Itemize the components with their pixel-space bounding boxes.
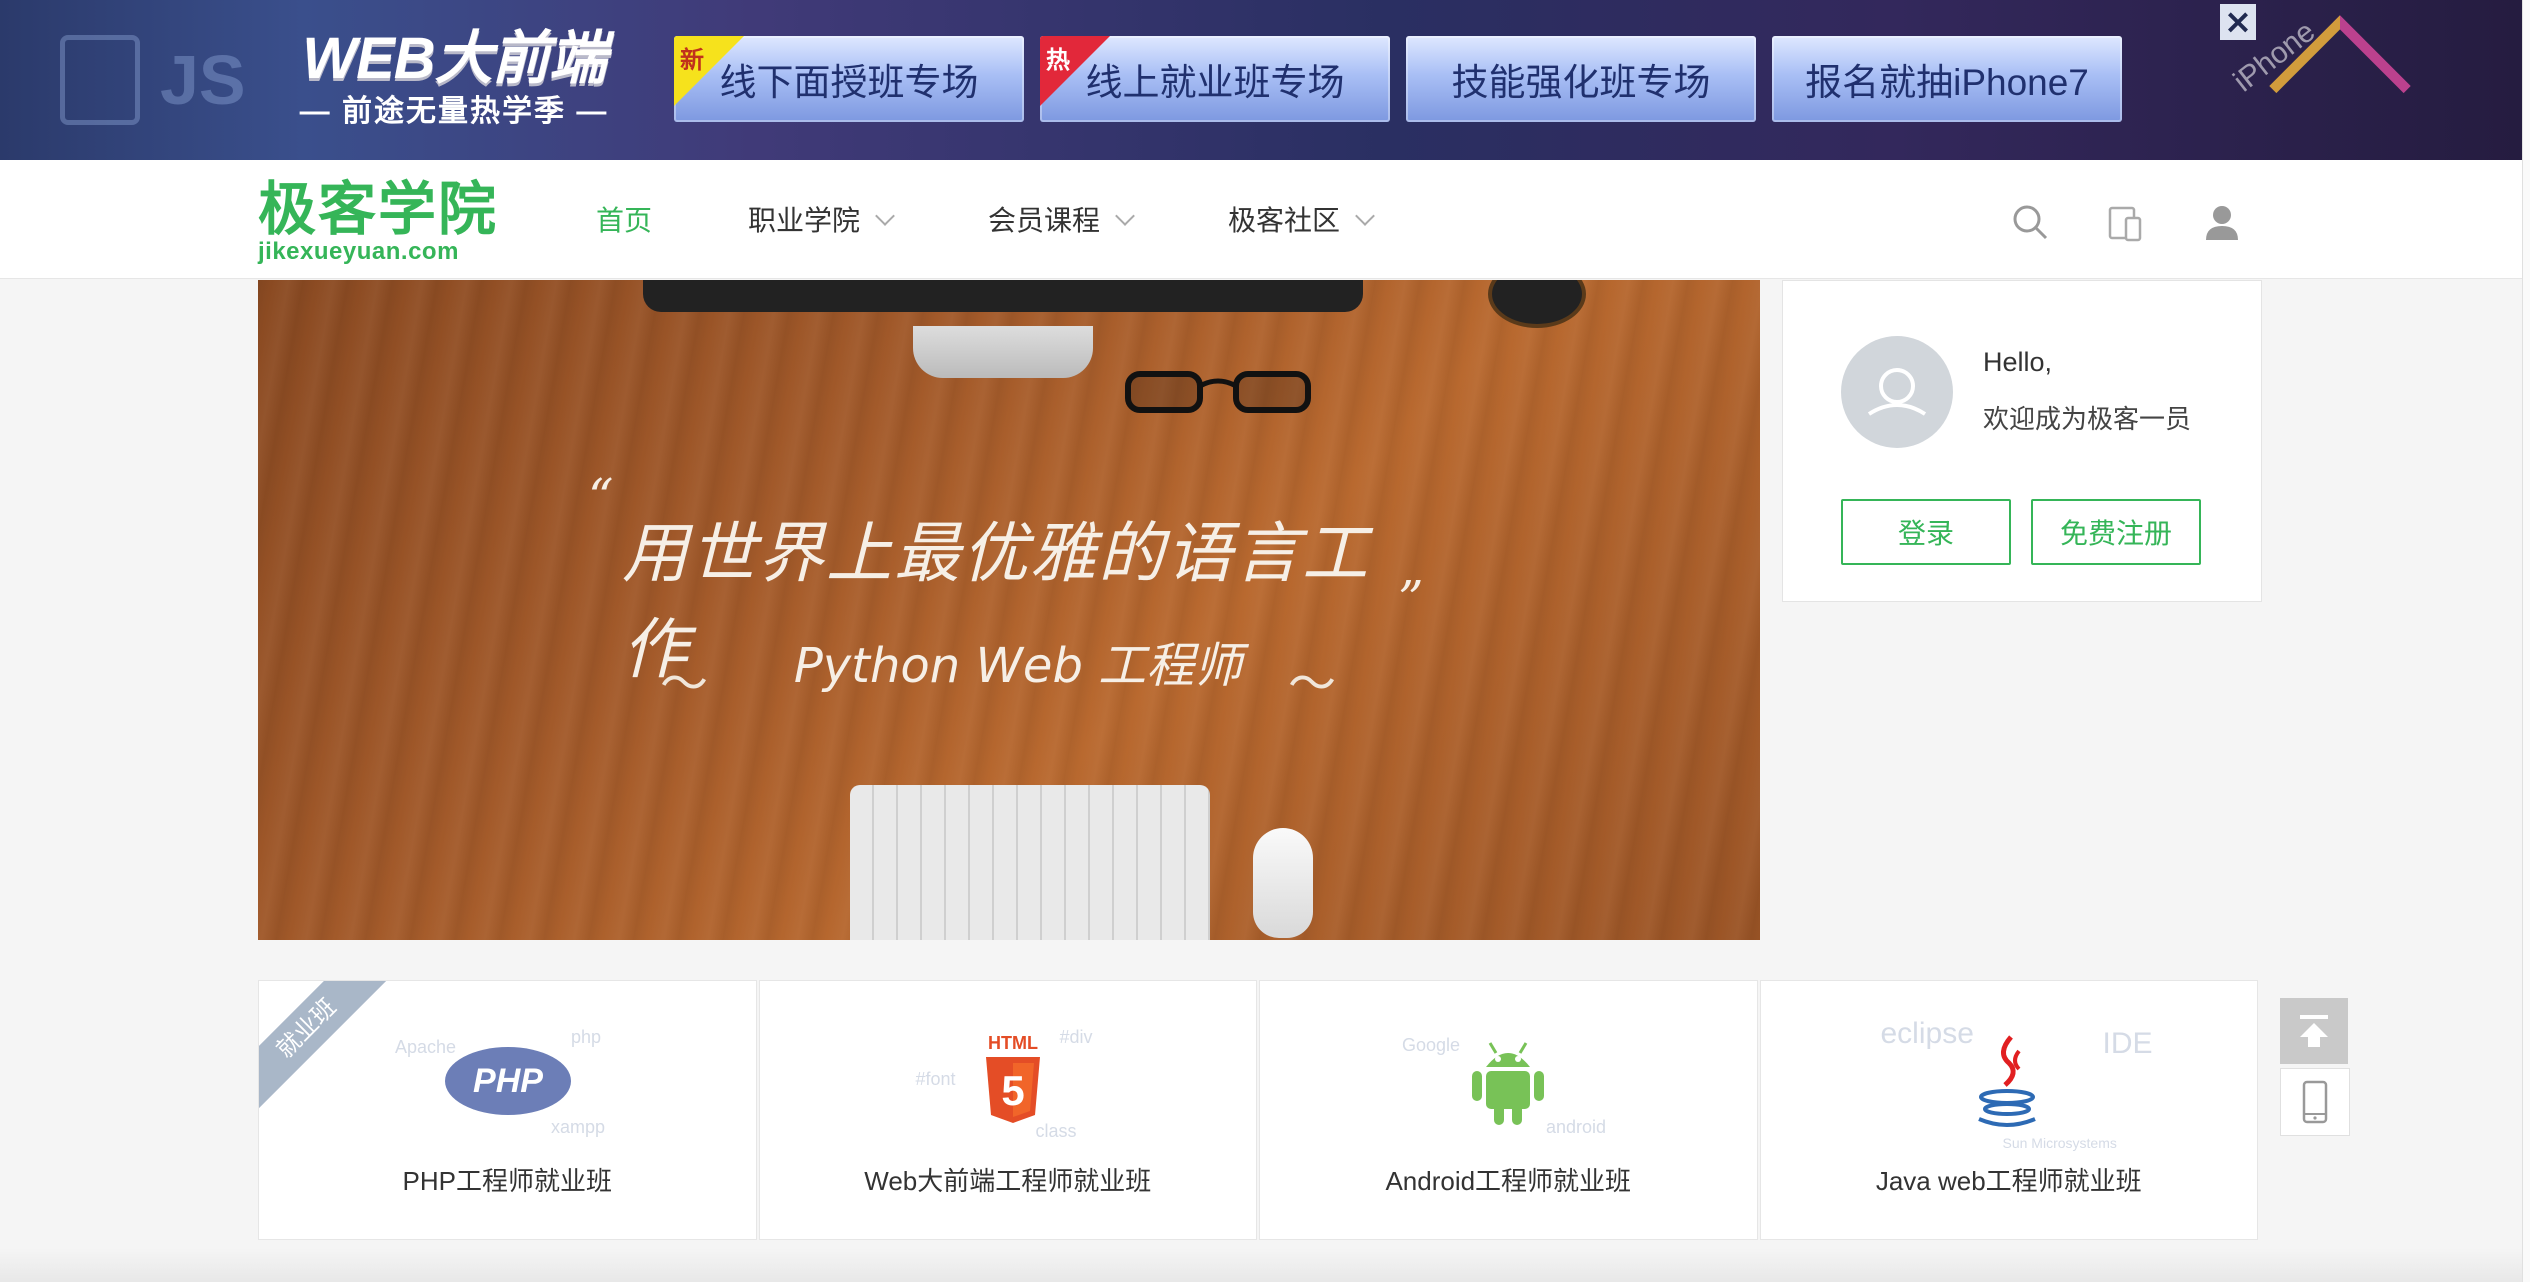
logo-domain: jikexueyuan.com: [258, 238, 459, 265]
close-icon[interactable]: ×: [2220, 4, 2256, 40]
php-logo-icon: PHP: [445, 1047, 571, 1115]
main-nav: 首页 职业学院 会员课程 极客社区: [596, 160, 1468, 278]
search-icon[interactable]: [2010, 202, 2050, 242]
new-badge: 新: [680, 46, 704, 74]
welcome-message: 欢迎成为极客一员: [1983, 404, 2192, 434]
course-tag: android: [1546, 1117, 1607, 1137]
php-logo-text: PHP: [473, 1062, 543, 1100]
glasses-icon: [1125, 371, 1311, 413]
promo-button-label: 报名就抽iPhone7: [1805, 62, 2089, 103]
course-tag: Google: [1402, 1035, 1461, 1055]
hero-banner[interactable]: “ 用世界上最优雅的语言工作 ” 〜 Python Web 工程师 〜: [258, 280, 1760, 940]
course-tag: xampp: [551, 1117, 606, 1137]
avatar-icon: [1867, 368, 1927, 416]
keyboard-image: [850, 785, 1210, 940]
nav-item-label: 会员课程: [988, 205, 1101, 236]
back-to-top-icon: [2300, 1015, 2328, 1047]
quote-close: ”: [1398, 570, 1424, 628]
page-bottom-fade: [0, 1248, 2522, 1282]
coffee-cup-image: [1488, 280, 1586, 328]
promo-banner: JS WEB大前端 — 前途无量热学季 — 新 线下面授班专场 热 线上就业班专…: [0, 0, 2522, 160]
back-to-top-button[interactable]: [2280, 998, 2348, 1064]
course-tag: #div: [1059, 1027, 1093, 1047]
html5-logo-icon: HTML 5: [985, 1033, 1040, 1123]
promo-deco-text: JS: [160, 41, 246, 119]
java-logo-text: java: [2005, 1129, 2008, 1131]
nav-item-label: 极客社区: [1228, 205, 1341, 236]
course-list: 就业班 Apache php xampp PHP PHP工程师就业班 #div …: [258, 980, 2260, 1240]
quote-open: “: [588, 468, 614, 526]
monitor-stand-image: [913, 326, 1093, 378]
nav-item-label: 首页: [596, 205, 653, 236]
course-tag: IDE: [2102, 1027, 2153, 1060]
nav-item-home[interactable]: 首页: [596, 199, 652, 239]
promo-logo: WEB大前端 — 前途无量热学季 —: [298, 28, 610, 134]
course-title: Web大前端工程师就业班: [864, 1166, 1152, 1196]
promo-logo-title: WEB大前端: [302, 26, 606, 91]
course-tag: eclipse: [1880, 1017, 1974, 1050]
course-card-php[interactable]: 就业班 Apache php xampp PHP PHP工程师就业班: [258, 980, 757, 1240]
scrollbar[interactable]: [2522, 0, 2530, 1282]
course-tag: Sun Microsystems: [2002, 1135, 2117, 1151]
login-button[interactable]: 登录: [1841, 499, 2011, 565]
promo-button-label: 线下面授班专场: [719, 62, 979, 103]
android-logo-icon: [1472, 1042, 1544, 1125]
hot-badge: 热: [1046, 46, 1070, 74]
course-title: PHP工程师就业班: [402, 1166, 612, 1196]
mobile-devices-icon[interactable]: [2106, 202, 2146, 242]
welcome-hello: Hello,: [1983, 347, 2053, 377]
promo-decoration: JS: [0, 0, 246, 160]
html5-logo-text: HTML: [988, 1033, 1038, 1053]
java-logo-icon: java: [1977, 1035, 2036, 1131]
logo-chinese: 极客学院: [258, 175, 499, 243]
promo-button-label: 线上就业班专场: [1085, 62, 1345, 103]
svg-text:5: 5: [1001, 1067, 1024, 1114]
promo-button-label: 技能强化班专场: [1451, 62, 1711, 103]
job-class-ribbon: 就业班: [258, 981, 394, 1116]
chevron-down-icon: [1115, 206, 1135, 226]
course-title: Android工程师就业班: [1385, 1166, 1632, 1196]
nav-item-member-courses[interactable]: 会员课程: [988, 199, 1135, 239]
course-title: Java web工程师就业班: [1875, 1166, 2142, 1196]
mobile-icon: [2302, 1080, 2328, 1124]
course-card-android[interactable]: Google android Android工程师就业班: [1259, 980, 1758, 1240]
site-logo[interactable]: 极客学院 jikexueyuan.com: [258, 178, 498, 264]
flourish-right-icon: 〜: [1288, 656, 1337, 712]
nav-item-label: 职业学院: [748, 205, 861, 236]
avatar: [1841, 336, 1953, 448]
course-card-web-frontend[interactable]: #div #font class HTML 5 Web大前端工程师就业班: [758, 980, 1257, 1240]
chevron-down-icon: [1355, 206, 1375, 226]
monitor-image: [643, 280, 1363, 312]
course-card-java-web[interactable]: eclipse IDE Sun Microsystems java Java w…: [1759, 980, 2258, 1240]
side-toolbar: [2280, 998, 2350, 1140]
promo-logo-subtitle: — 前途无量热学季 —: [299, 95, 609, 128]
course-tag: #font: [915, 1069, 956, 1089]
welcome-card: Hello, 欢迎成为极客一员 登录 免费注册: [1782, 280, 2262, 602]
course-tag: php: [571, 1027, 602, 1047]
promo-button-offline[interactable]: 新 线下面授班专场: [674, 36, 1024, 122]
nav-item-career-academy[interactable]: 职业学院: [748, 199, 895, 239]
promo-button-online[interactable]: 热 线上就业班专场: [1040, 36, 1390, 122]
mobile-app-button[interactable]: [2280, 1068, 2350, 1136]
promo-button-iphone[interactable]: 报名就抽iPhone7: [1772, 36, 2122, 122]
site-header: 极客学院 jikexueyuan.com 首页 职业学院 会员课程 极客社区: [0, 160, 2522, 279]
mouse-image: [1253, 828, 1313, 938]
user-icon[interactable]: [2202, 202, 2242, 242]
nav-item-community[interactable]: 极客社区: [1228, 199, 1375, 239]
css3-badge-icon: [60, 35, 140, 125]
register-button[interactable]: 免费注册: [2031, 499, 2201, 565]
promo-button-skills[interactable]: 技能强化班专场: [1406, 36, 1756, 122]
chevron-down-icon: [875, 206, 895, 226]
